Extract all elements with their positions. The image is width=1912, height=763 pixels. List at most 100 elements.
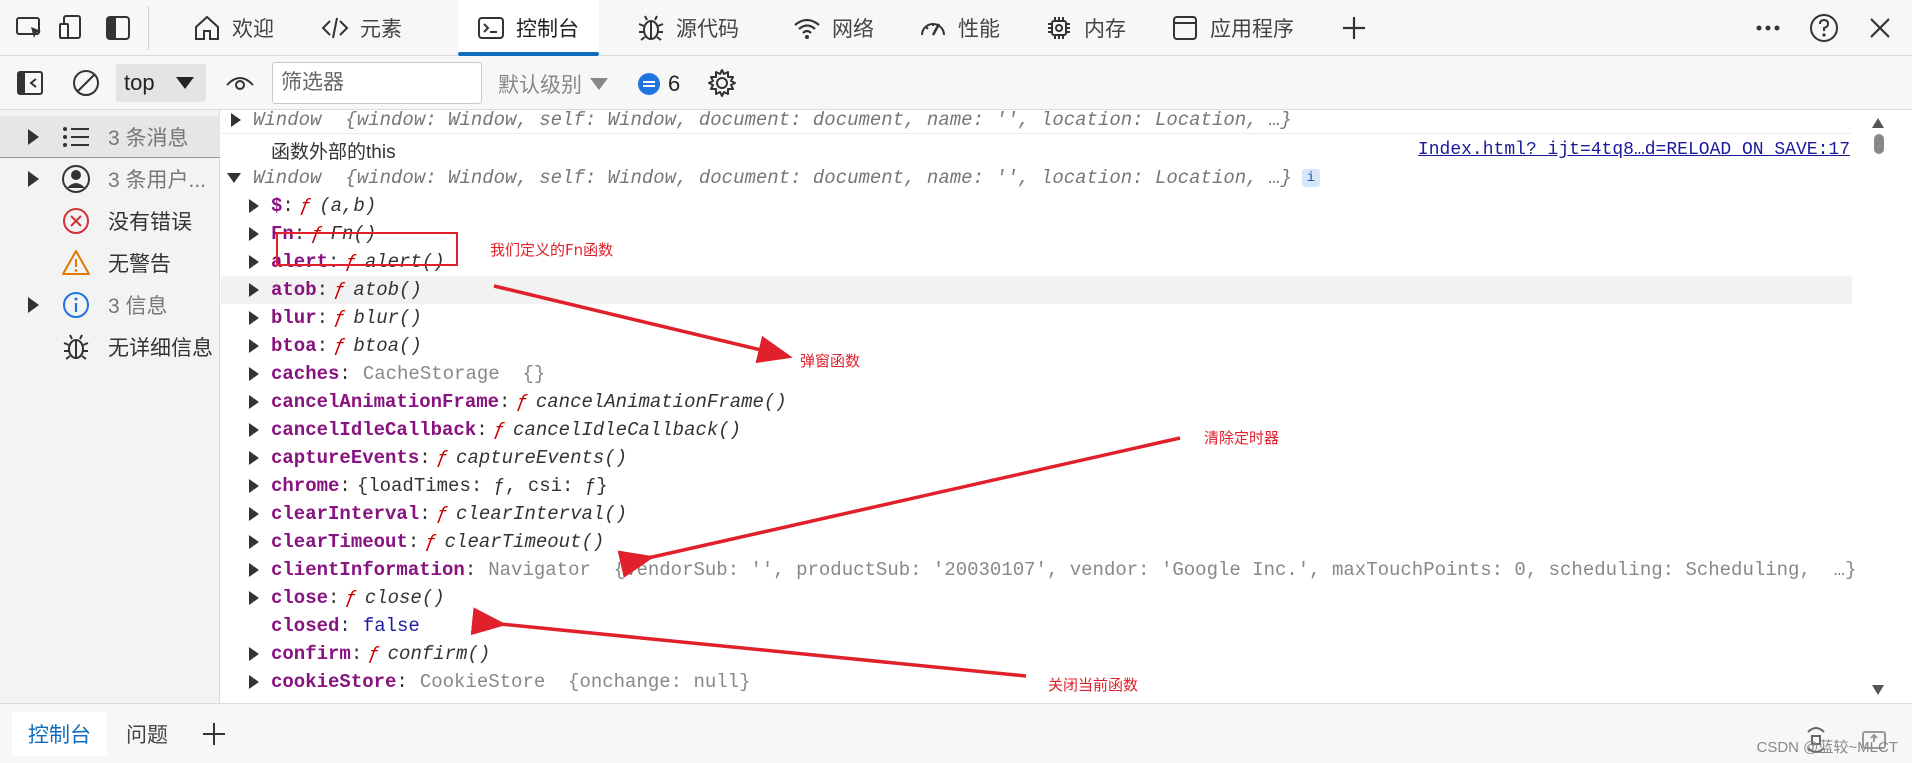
sidebar-item-messages[interactable]: 3 条消息	[0, 116, 220, 158]
log-level-label: 默认级别	[498, 74, 582, 97]
expand-arrow-icon[interactable]	[249, 591, 259, 605]
tab-application[interactable]: 应用程序	[1170, 0, 1294, 56]
expand-arrow-icon[interactable]	[249, 255, 259, 269]
property-row[interactable]: clientInformation: Navigator {vendorSub: …	[221, 556, 1856, 584]
sidebar-item-warnings[interactable]: 无警告	[0, 242, 220, 284]
expand-arrow-icon[interactable]	[249, 395, 259, 409]
context-selector[interactable]: top	[116, 64, 206, 102]
log-message: 函数外部的this	[271, 141, 396, 163]
function-symbol: ƒ	[516, 391, 528, 413]
console-output[interactable]: Window {window: Window, self: Window, do…	[221, 110, 1892, 703]
add-drawer-tab-icon[interactable]	[200, 720, 228, 748]
expand-arrow-icon[interactable]	[249, 507, 259, 521]
expand-arrow-icon[interactable]	[249, 227, 259, 241]
info-badge-icon[interactable]: i	[1301, 169, 1320, 187]
filter-input[interactable]	[272, 62, 482, 104]
expand-arrow-icon[interactable]	[249, 339, 259, 353]
drawer-tab-issues[interactable]: 问题	[110, 712, 184, 756]
property-value: captureEvents()	[456, 447, 628, 469]
property-row[interactable]: close: ƒ close()	[221, 584, 1851, 612]
sidebar-item-label: 3 条消息	[108, 126, 189, 150]
function-symbol: ƒ	[299, 195, 312, 217]
tab-elements[interactable]: 元素	[320, 0, 402, 56]
top-tab-bar: 欢迎 元素 控制台 源代码 网络 性能 内存 应用程序	[0, 0, 1912, 56]
log-level-dropdown[interactable]: 默认级别	[498, 68, 608, 100]
inspect-icon[interactable]	[14, 12, 46, 44]
expand-arrow-icon[interactable]	[249, 283, 259, 297]
message-count-badge[interactable]: 6	[638, 68, 680, 100]
scrollbar-thumb[interactable]	[1874, 134, 1884, 154]
sidebar-item-verbose[interactable]: 无详细信息	[0, 326, 220, 368]
property-row[interactable]: cancelAnimationFrame: ƒ cancelAnimationFra…	[221, 388, 1851, 416]
expand-arrow-icon[interactable]	[249, 675, 259, 689]
dock-icon[interactable]	[102, 12, 134, 44]
gear-icon[interactable]	[706, 67, 738, 99]
expand-arrow-icon[interactable]	[231, 112, 241, 127]
property-row[interactable]: btoa: ƒ btoa()	[221, 332, 1851, 360]
clear-console-icon[interactable]	[70, 67, 102, 99]
expand-arrow-icon[interactable]	[249, 423, 259, 437]
sidebar-item-user-messages[interactable]: 3 条用户...	[0, 158, 220, 200]
tab-network[interactable]: 网络	[792, 0, 874, 56]
tab-sources[interactable]: 源代码	[636, 0, 739, 56]
help-icon[interactable]	[1808, 12, 1840, 44]
property-row[interactable]: confirm: ƒ confirm()	[221, 640, 1851, 668]
sidebar-item-errors[interactable]: 没有错误	[0, 200, 220, 242]
console-entry-window-expanded[interactable]: Window {window: Window, self: Window, do…	[221, 164, 1851, 192]
console-entry-window-collapsed[interactable]: Window {window: Window, self: Window, do…	[221, 110, 1851, 134]
collapse-arrow-icon[interactable]	[227, 173, 241, 183]
property-row[interactable]: blur: ƒ blur()	[221, 304, 1851, 332]
console-sidebar: 3 条消息 3 条用户... 没有错误 无警告 3 信息 无详细信息	[0, 110, 220, 703]
expand-arrow-icon[interactable]	[249, 647, 259, 661]
watermark: CSDN @蓝较~MLCT	[1756, 739, 1899, 756]
device-emulation-icon[interactable]	[56, 12, 88, 44]
property-row[interactable]: captureEvents: ƒ captureEvents()	[221, 444, 1851, 472]
expand-arrow-icon[interactable]	[249, 479, 259, 493]
expand-arrow-icon[interactable]	[249, 535, 259, 549]
property-row[interactable]: clearInterval: ƒ clearInterval()	[221, 500, 1851, 528]
expand-arrow-icon[interactable]	[249, 367, 259, 381]
property-row[interactable]: caches: CacheStorage {}	[221, 360, 1851, 388]
tab-memory[interactable]: 内存	[1044, 0, 1126, 56]
property-key: clearTimeout	[271, 531, 408, 553]
property-value: clearInterval()	[456, 503, 628, 525]
property-row-hovered[interactable]: atob: ƒ atob()	[221, 276, 1852, 304]
expand-arrow-icon[interactable]	[28, 128, 39, 145]
property-key: close	[271, 587, 329, 609]
property-key: cookieStore	[271, 671, 397, 693]
sidebar-item-info[interactable]: 3 信息	[0, 284, 220, 326]
property-value: CookieStore {onchange: null}	[419, 671, 751, 693]
expand-arrow-icon[interactable]	[249, 199, 259, 213]
more-options-icon[interactable]	[1752, 12, 1784, 44]
sidebar-toggle-icon[interactable]	[14, 67, 46, 99]
tab-welcome[interactable]: 欢迎	[192, 0, 274, 56]
property-row[interactable]: chrome: {loadTimes: ƒ, csi: ƒ}	[221, 472, 1851, 500]
property-row[interactable]: closed: false	[221, 612, 1851, 640]
property-row[interactable]: clearTimeout: ƒ clearTimeout()	[221, 528, 1851, 556]
scroll-down-arrow-icon[interactable]	[1872, 685, 1884, 695]
property-row[interactable]: $: ƒ (a,b)	[221, 192, 1851, 220]
property-value: confirm()	[387, 643, 491, 665]
source-link[interactable]: Index.html?_ijt=4tq8…d=RELOAD_ON_SAVE:17	[1418, 140, 1850, 160]
eye-icon[interactable]	[224, 67, 256, 99]
expand-arrow-icon[interactable]	[249, 311, 259, 325]
function-symbol: ƒ	[334, 335, 346, 357]
tab-label: 控制台	[516, 18, 579, 41]
tab-console[interactable]: 控制台	[458, 0, 599, 56]
property-row[interactable]: alert: ƒ alert()	[221, 248, 1851, 276]
tab-performance[interactable]: 性能	[918, 0, 1000, 56]
expand-arrow-icon[interactable]	[28, 171, 39, 187]
property-key: $	[271, 195, 283, 217]
expand-arrow-icon[interactable]	[249, 563, 259, 577]
function-symbol: ƒ	[436, 447, 449, 469]
expand-arrow-icon[interactable]	[28, 297, 39, 313]
close-icon[interactable]	[1864, 12, 1896, 44]
property-row[interactable]: Fn: ƒ Fn()	[221, 220, 1851, 248]
property-key: atob	[271, 279, 317, 301]
drawer-tab-console[interactable]: 控制台	[12, 712, 107, 756]
add-tab-icon[interactable]	[1338, 12, 1370, 44]
property-row[interactable]: cookieStore: CookieStore {onchange: null}	[221, 668, 1851, 696]
property-row[interactable]: cancelIdleCallback: ƒ cancelIdleCallback()	[221, 416, 1851, 444]
scroll-up-arrow-icon[interactable]	[1872, 118, 1884, 128]
expand-arrow-icon[interactable]	[249, 451, 259, 465]
